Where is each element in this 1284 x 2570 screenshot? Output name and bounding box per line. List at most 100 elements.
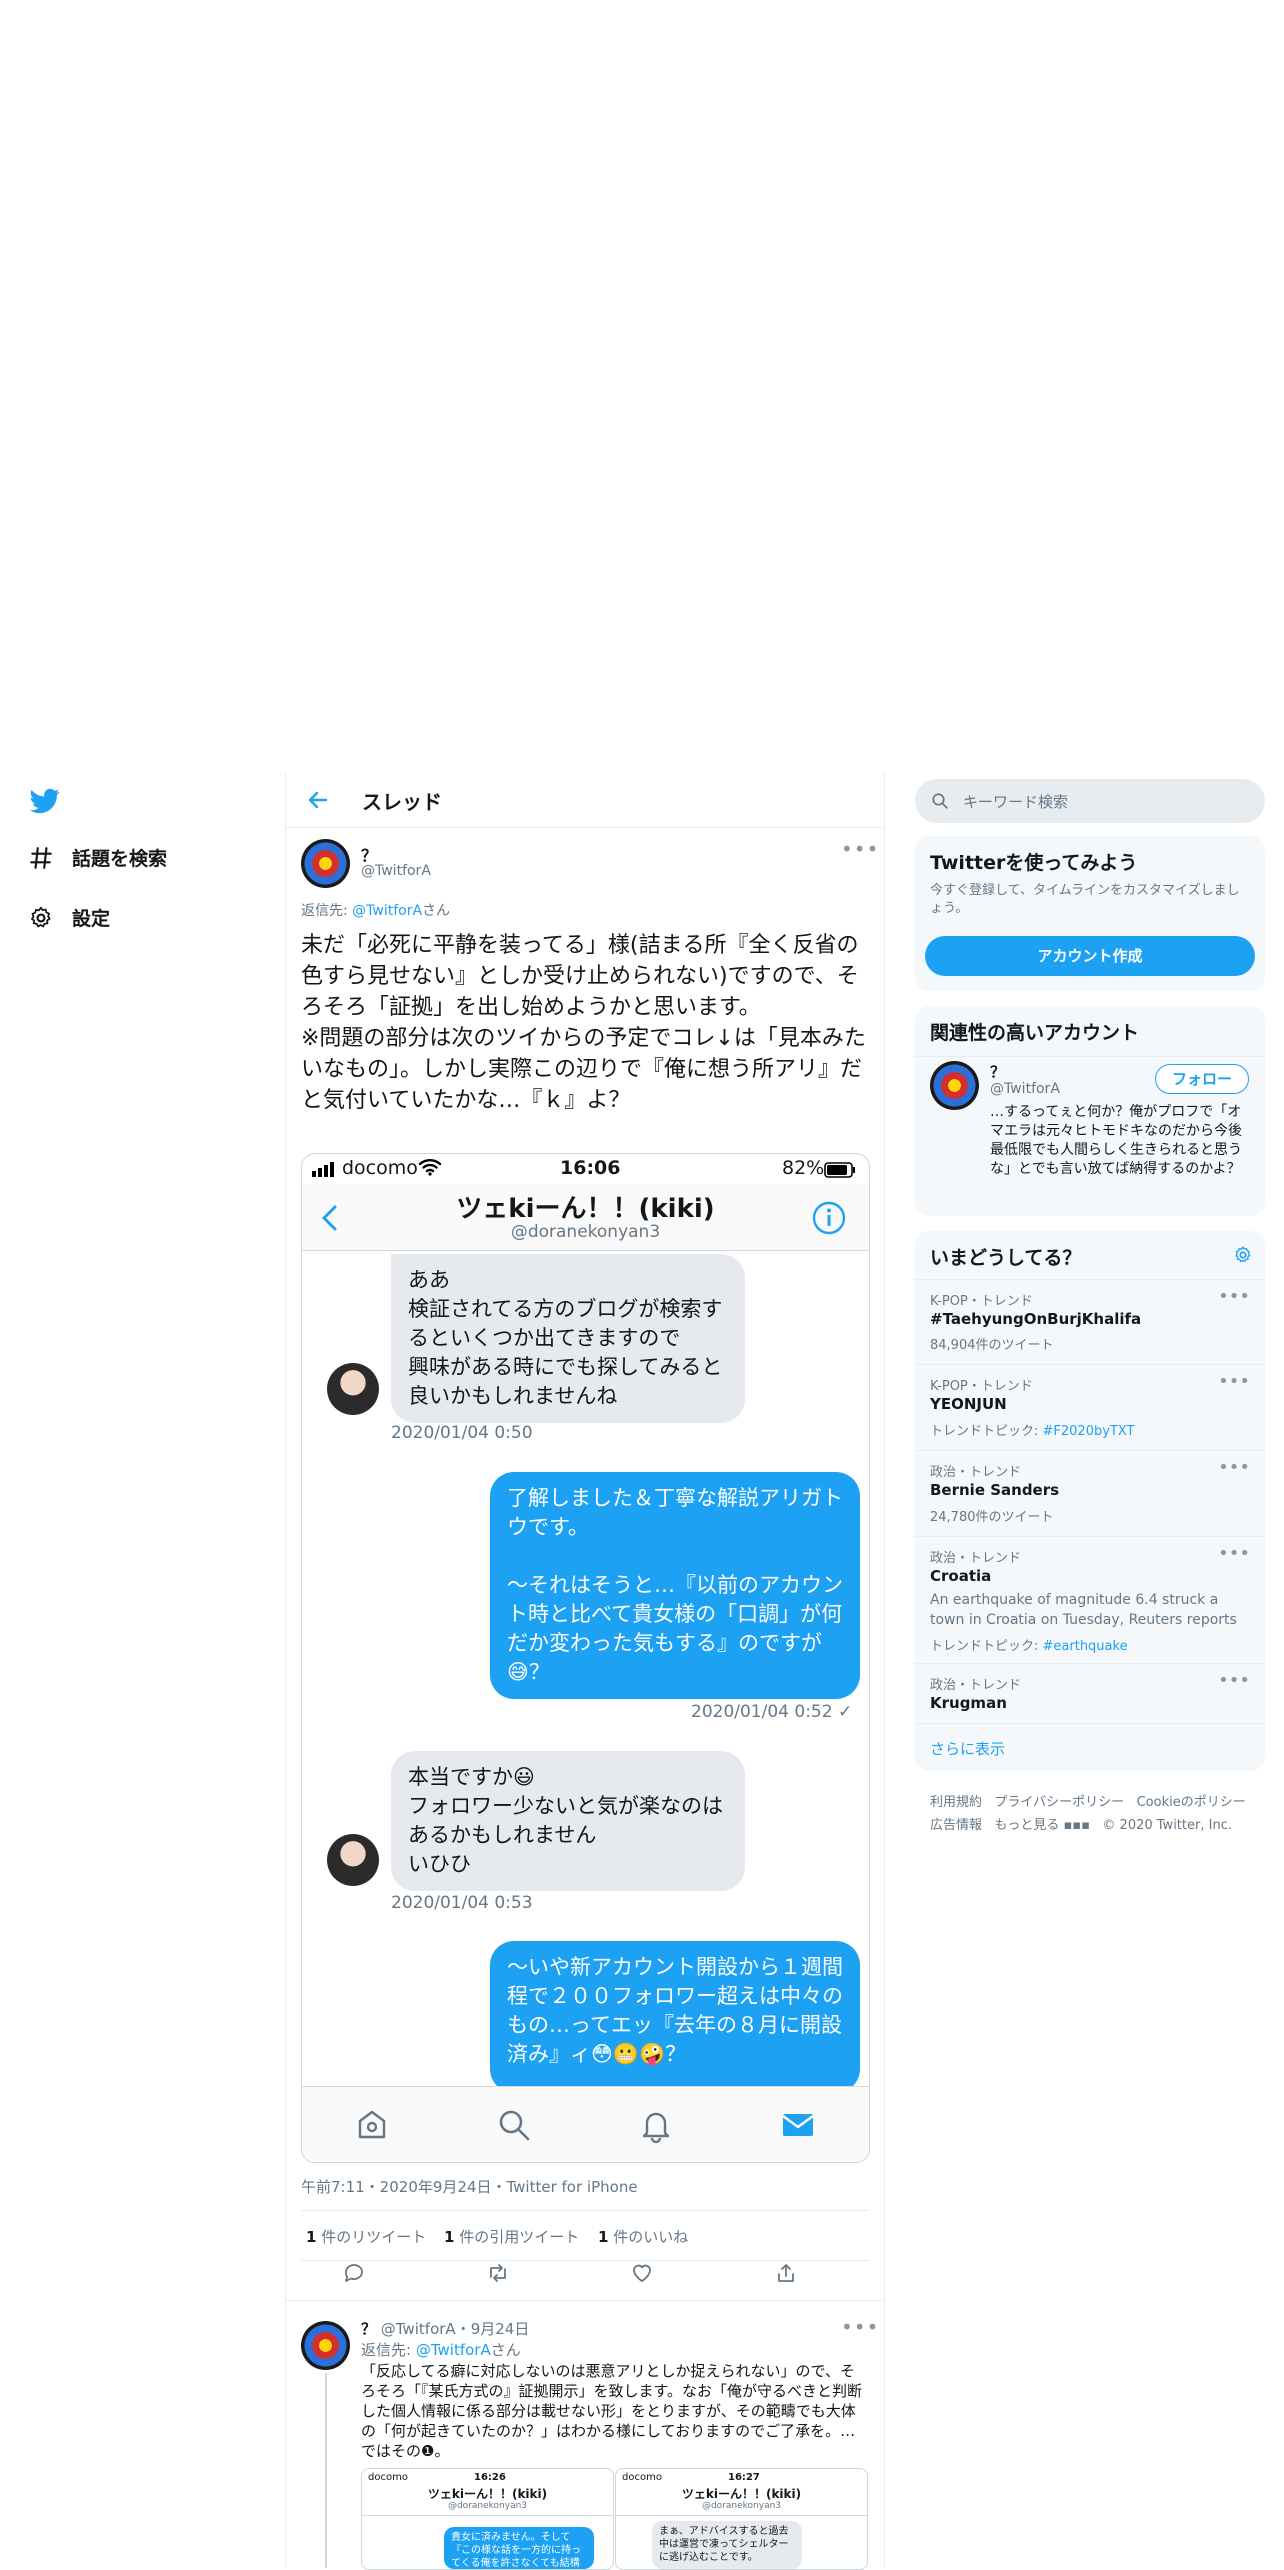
more-link[interactable]: もっと見る [994,1818,1059,1833]
related-handle[interactable]: @TwitforA [990,1081,1060,1097]
back-arrow-icon[interactable] [306,788,330,812]
chat-info-icon [812,1201,846,1235]
like-icon[interactable] [630,2261,654,2285]
reply-header: ？ @TwitforA・9月24日 [361,2318,529,2339]
reply-author-name[interactable]: ？ [361,2320,376,2338]
reply-replying-prefix: 返信先: [361,2341,416,2359]
search-box[interactable]: キーワード検索 [915,779,1265,823]
show-more-link[interactable]: さらに表示 [930,1738,1005,1759]
mini-carrier: docomo [368,2472,408,2483]
trends-settings-icon[interactable] [1233,1245,1253,1265]
contact-avatar [327,1363,379,1415]
trend-name: Croatia [930,1567,992,1585]
trend-item[interactable]: K-POP・トレンド YEONJUN トレンドトピック: #F2020byTXT… [915,1364,1265,1451]
reply-replying-suffix: さん [490,2341,521,2359]
replying-prefix: 返信先: [301,903,353,919]
terms-link[interactable]: 利用規約 [930,1795,982,1810]
reply-author-avatar[interactable] [301,2321,350,2370]
trend-item[interactable]: 政治・トレンド Bernie Sanders 24,780件のツイート ••• [915,1450,1265,1537]
trend-count: 84,904件のツイート [930,1338,1054,1353]
trend-more-icon[interactable]: ••• [1218,1670,1250,1691]
replying-handle-link[interactable]: @TwitforA [352,903,422,919]
reply-image-2[interactable]: docomo 16:27 ツェkiーん！！(kiki) @doranekonya… [615,2468,868,2570]
signup-title: Twitterを使ってみよう [930,852,1138,874]
author-handle[interactable]: @TwitforA [361,863,431,879]
signup-desc: 今すぐ登録して、タイムラインをカスタマイズしましょう。 [930,883,1240,916]
mail-icon [782,2114,814,2136]
carrier-label: docomo [342,1157,418,1179]
more-dots-icon[interactable]: ▪▪▪ [1059,1818,1090,1833]
trend-more-icon[interactable]: ••• [1218,1457,1250,1478]
more-options-icon[interactable]: ••• [841,837,879,861]
trend-name: Bernie Sanders [930,1481,1060,1499]
twitter-logo-icon[interactable] [28,786,62,816]
retweets-count: 1 [306,2228,317,2246]
battery-percent: 82% [782,1157,825,1179]
trend-item[interactable]: 政治・トレンド Croatia An earthquake of magnitu… [915,1536,1265,1664]
retweet-stats[interactable]: 1 件のリツイート [306,2226,426,2247]
ads-info-link[interactable]: 広告情報 [930,1818,982,1833]
create-account-button[interactable]: アカウント作成 [925,936,1255,976]
trend-topic-link[interactable]: #earthquake [1043,1639,1128,1654]
related-name[interactable]: ？ [990,1061,1005,1082]
footer-links-row-2: 広告情報 もっと見る ▪▪▪ © 2020 Twitter, Inc. [930,1814,1232,1833]
retweets-label: 件のリツイート [316,2228,427,2246]
divider [915,1056,1265,1057]
mini-message: 貴女に済みません。そして『この様な話を一方的に持ってくる俺を許さなくても結構です… [444,2527,594,2569]
phone-status-bar: docomo 16:06 82% [302,1154,869,1184]
retweet-icon[interactable] [486,2261,510,2285]
message-bubble: ああ 検証されてる方のブログが検索するといくつか出てきますので 興味がある時にで… [391,1254,745,1423]
trend-count: 24,780件のツイート [930,1510,1054,1525]
trend-topic-label: トレンドトピック: [930,1424,1043,1439]
nav-settings[interactable]: 設定 [28,904,110,931]
hashtag-icon [30,846,52,869]
trend-item[interactable]: K-POP・トレンド #TaehyungOnBurjKhalifa 84,904… [915,1279,1265,1365]
mini-chat-handle: @doranekonyan3 [701,2501,782,2511]
divider [286,2300,884,2301]
reply-replying-handle[interactable]: @TwitforA [416,2341,491,2359]
trend-name: #TaehyungOnBurjKhalifa [930,1310,1142,1328]
trend-topic-link[interactable]: #F2020byTXT [1043,1424,1135,1439]
message-bubble: 本当ですか😃 フォロワー少ないと気が楽なのはあるかもしれません いひひ [391,1751,745,1891]
nav-explore[interactable]: 話題を検索 [28,844,167,871]
tweet-image[interactable]: docomo 16:06 82% ツェkiーん！！(kiki) @doranek… [301,1153,870,2163]
follow-button[interactable]: フォロー [1155,1064,1249,1094]
home-icon [358,2110,386,2139]
chat-header: ツェkiーん！！(kiki) @doranekonyan3 [302,1184,869,1251]
tweet-meta: 午前7:11・2020年9月24日・Twitter for iPhone [301,2178,638,2196]
mini-divider [616,2515,867,2516]
reply-author-handle[interactable]: @TwitforA [381,2320,456,2338]
reply-more-icon[interactable]: ••• [841,2315,879,2339]
gear-icon [31,906,51,927]
trend-more-icon[interactable]: ••• [1218,1371,1250,1392]
contact-avatar [327,1834,379,1886]
message-bubble: 〜いや新アカウント開設から１週間程で２００フォロワー超えは中々のもの…ってエッ『… [490,1941,860,2093]
likes-count: 1 [598,2228,609,2246]
reply-icon[interactable] [342,2261,366,2285]
trend-more-icon[interactable]: ••• [1218,1543,1250,1564]
reply-image-1[interactable]: docomo 16:26 ツェkiーん！！(kiki) @doranekonya… [361,2468,614,2570]
trend-item[interactable]: 政治・トレンド Krugman ••• [915,1663,1265,1724]
trend-more-icon[interactable]: ••• [1218,1286,1250,1307]
author-avatar[interactable] [301,839,350,888]
related-accounts-card: 関連性の高いアカウント ？ @TwitforA フォロー …するってぇと何か？俺… [915,1006,1265,1216]
chat-handle: @doranekonyan3 [510,1222,661,1242]
share-icon[interactable] [774,2261,798,2285]
phone-time: 16:06 [560,1157,621,1179]
quote-stats[interactable]: 1 件の引用ツイート [444,2226,579,2247]
reply-date[interactable]: ・9月24日 [456,2320,530,2338]
trend-name: YEONJUN [930,1395,1007,1413]
mini-message: まぁ、アドバイスすると過去中は運営で凍ってシェルターに逃げ込むことです。 [652,2521,802,2569]
message-time: 2020/01/04 0:50 [391,1423,533,1443]
replying-suffix: さん [422,903,451,919]
likes-label: 件のいいね [608,2228,689,2246]
battery-icon [824,1161,856,1183]
bell-icon [642,2112,670,2143]
thread-line [325,2373,327,2568]
trend-topic: トレンドトピック: #earthquake [930,1635,1128,1654]
related-avatar[interactable] [930,1061,979,1110]
trend-meta: 政治・トレンド [930,1551,1022,1566]
cookie-link[interactable]: Cookieのポリシー [1137,1795,1246,1810]
privacy-link[interactable]: プライバシーポリシー [994,1795,1124,1810]
like-stats[interactable]: 1 件のいいね [598,2226,688,2247]
